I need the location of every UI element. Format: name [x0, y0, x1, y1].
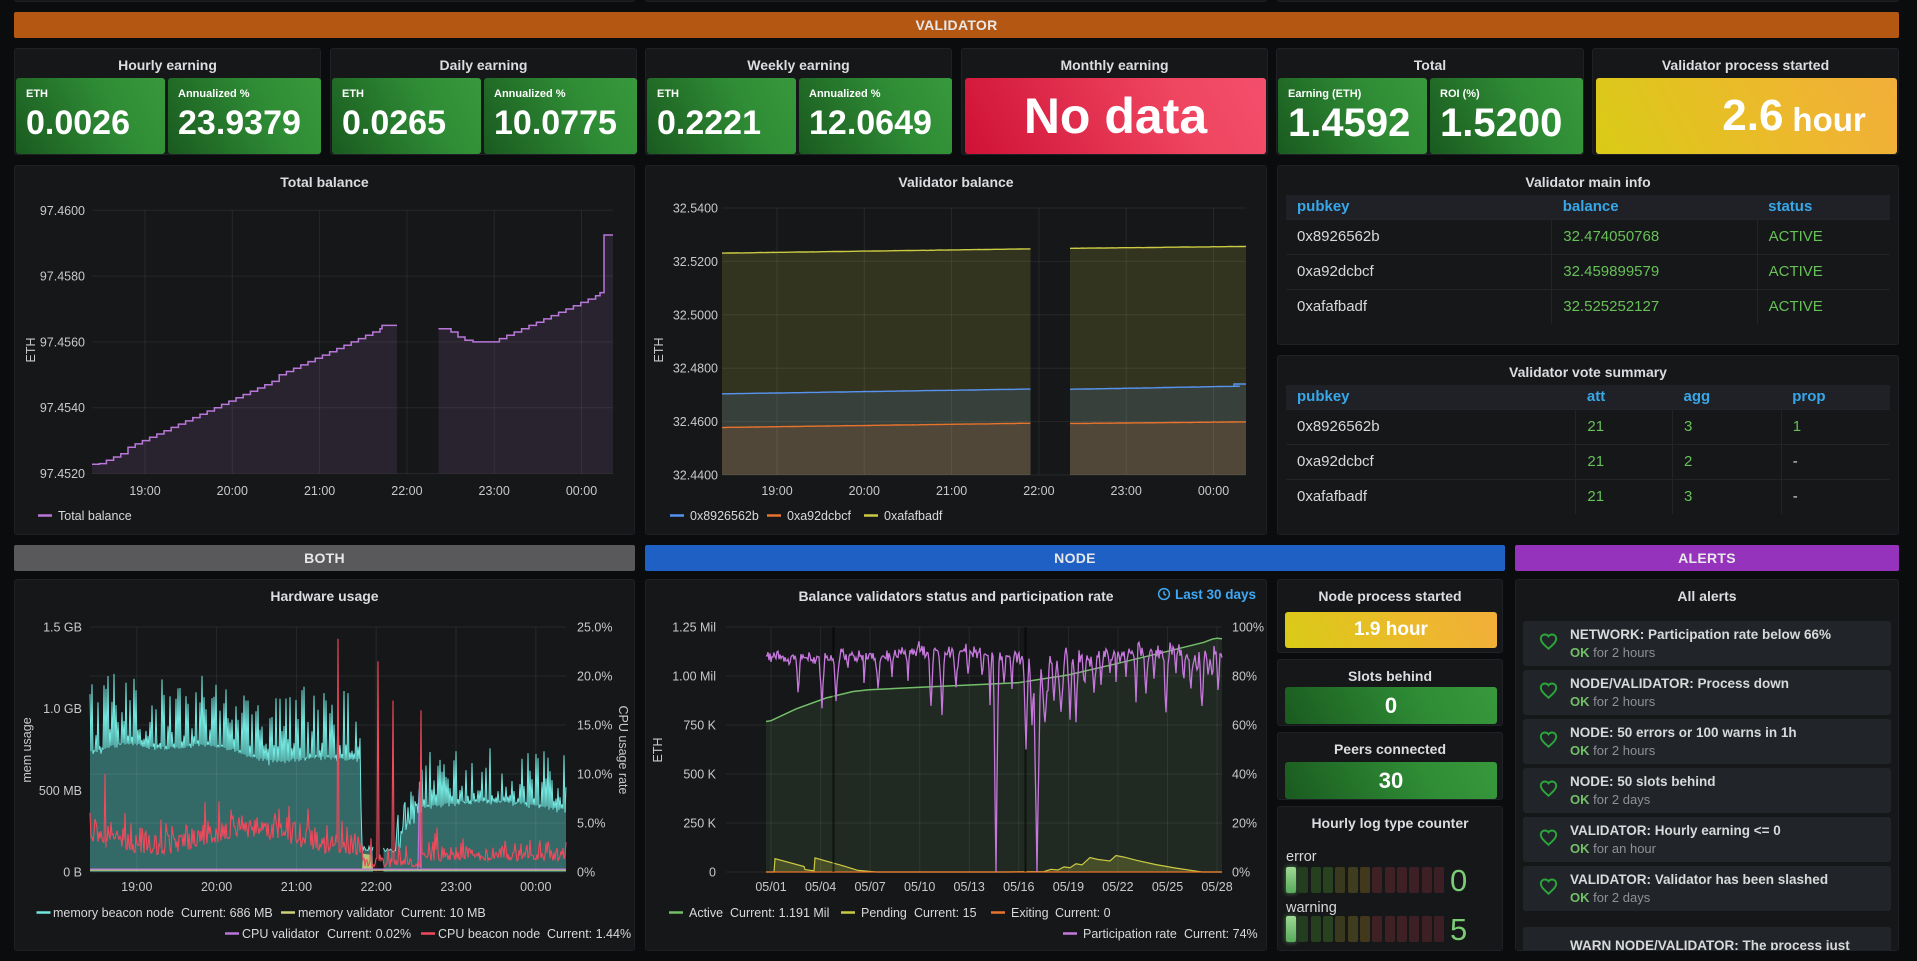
svg-text:Current: 0.02%: Current: 0.02%: [327, 927, 411, 941]
svg-text:97.4520: 97.4520: [40, 467, 85, 481]
svg-text:22:00: 22:00: [1023, 484, 1054, 498]
svg-text:1.00 Mil: 1.00 Mil: [672, 670, 716, 684]
svg-text:97.4580: 97.4580: [40, 270, 85, 284]
svg-text:0x8926562b: 0x8926562b: [690, 509, 759, 523]
svg-text:5.0%: 5.0%: [577, 817, 606, 831]
svg-text:21:00: 21:00: [936, 484, 967, 498]
svg-text:21:00: 21:00: [304, 484, 335, 498]
svg-text:00:00: 00:00: [520, 880, 551, 894]
svg-text:Current: 15: Current: 15: [914, 906, 977, 920]
svg-text:05/16: 05/16: [1003, 880, 1034, 894]
svg-text:Current: 1.191 Mil: Current: 1.191 Mil: [730, 906, 829, 920]
svg-text:05/28: 05/28: [1201, 880, 1232, 894]
svg-text:Current: 0: Current: 0: [1055, 906, 1111, 920]
svg-text:97.4540: 97.4540: [40, 401, 85, 415]
svg-text:20%: 20%: [1232, 817, 1257, 831]
svg-text:500 K: 500 K: [683, 768, 716, 782]
svg-text:Pending: Pending: [861, 906, 907, 920]
svg-text:05/10: 05/10: [904, 880, 935, 894]
svg-text:0xa92dcbcf: 0xa92dcbcf: [787, 509, 851, 523]
svg-text:100%: 100%: [1232, 621, 1264, 635]
svg-text:21:00: 21:00: [281, 880, 312, 894]
svg-text:750 K: 750 K: [683, 719, 716, 733]
svg-text:10.0%: 10.0%: [577, 768, 612, 782]
svg-text:Active: Active: [689, 906, 723, 920]
svg-text:0 B: 0 B: [63, 866, 82, 880]
svg-text:0%: 0%: [577, 866, 595, 880]
svg-text:05/19: 05/19: [1053, 880, 1084, 894]
svg-text:32.4400: 32.4400: [673, 469, 718, 483]
svg-text:23:00: 23:00: [440, 880, 471, 894]
svg-text:20:00: 20:00: [201, 880, 232, 894]
svg-text:05/07: 05/07: [854, 880, 885, 894]
svg-text:mem usage: mem usage: [20, 717, 34, 782]
svg-text:23:00: 23:00: [479, 484, 510, 498]
svg-text:05/22: 05/22: [1102, 880, 1133, 894]
svg-text:ETH: ETH: [24, 338, 38, 363]
svg-text:19:00: 19:00: [761, 484, 792, 498]
svg-text:ETH: ETH: [652, 338, 666, 363]
svg-text:19:00: 19:00: [121, 880, 152, 894]
svg-text:1.5 GB: 1.5 GB: [43, 621, 82, 635]
svg-text:0: 0: [709, 866, 716, 880]
svg-text:0xafafbadf: 0xafafbadf: [884, 509, 943, 523]
svg-text:Participation rate: Participation rate: [1083, 927, 1177, 941]
svg-text:15.0%: 15.0%: [577, 719, 612, 733]
svg-text:80%: 80%: [1232, 670, 1257, 684]
svg-text:32.5200: 32.5200: [673, 255, 718, 269]
svg-text:memory beacon node: memory beacon node: [53, 906, 174, 920]
svg-text:00:00: 00:00: [1198, 484, 1229, 498]
svg-text:500 MB: 500 MB: [39, 784, 82, 798]
svg-text:0%: 0%: [1232, 866, 1250, 880]
svg-text:Current: 10 MB: Current: 10 MB: [401, 906, 486, 920]
svg-text:1.25 Mil: 1.25 Mil: [672, 621, 716, 635]
svg-text:CPU beacon node: CPU beacon node: [438, 927, 540, 941]
svg-text:05/01: 05/01: [755, 880, 786, 894]
svg-text:Current: 1.44%: Current: 1.44%: [547, 927, 631, 941]
svg-text:Exiting: Exiting: [1011, 906, 1049, 920]
svg-text:memory validator: memory validator: [298, 906, 394, 920]
svg-text:1.0 GB: 1.0 GB: [43, 702, 82, 716]
svg-text:ETH: ETH: [651, 738, 665, 763]
svg-text:32.5400: 32.5400: [673, 202, 718, 216]
svg-text:22:00: 22:00: [391, 484, 422, 498]
svg-text:40%: 40%: [1232, 768, 1257, 782]
svg-text:25.0%: 25.0%: [577, 621, 612, 635]
svg-text:CPU validator: CPU validator: [242, 927, 319, 941]
svg-text:05/25: 05/25: [1152, 880, 1183, 894]
svg-text:05/13: 05/13: [954, 880, 985, 894]
svg-text:97.4560: 97.4560: [40, 335, 85, 349]
svg-text:60%: 60%: [1232, 719, 1257, 733]
svg-text:05/04: 05/04: [805, 880, 836, 894]
svg-text:32.4600: 32.4600: [673, 415, 718, 429]
svg-text:23:00: 23:00: [1111, 484, 1142, 498]
svg-text:Total balance: Total balance: [58, 509, 132, 523]
svg-text:22:00: 22:00: [361, 880, 392, 894]
svg-text:97.4600: 97.4600: [40, 204, 85, 218]
svg-text:00:00: 00:00: [566, 484, 597, 498]
svg-text:20:00: 20:00: [849, 484, 880, 498]
svg-text:250 K: 250 K: [683, 817, 716, 831]
svg-text:20.0%: 20.0%: [577, 670, 612, 684]
svg-text:32.4800: 32.4800: [673, 362, 718, 376]
svg-text:19:00: 19:00: [129, 484, 160, 498]
svg-text:Current: 686 MB: Current: 686 MB: [181, 906, 273, 920]
svg-text:32.5000: 32.5000: [673, 308, 718, 322]
svg-text:20:00: 20:00: [217, 484, 248, 498]
svg-text:CPU usage rate: CPU usage rate: [616, 706, 630, 795]
svg-text:Current: 74%: Current: 74%: [1184, 927, 1258, 941]
